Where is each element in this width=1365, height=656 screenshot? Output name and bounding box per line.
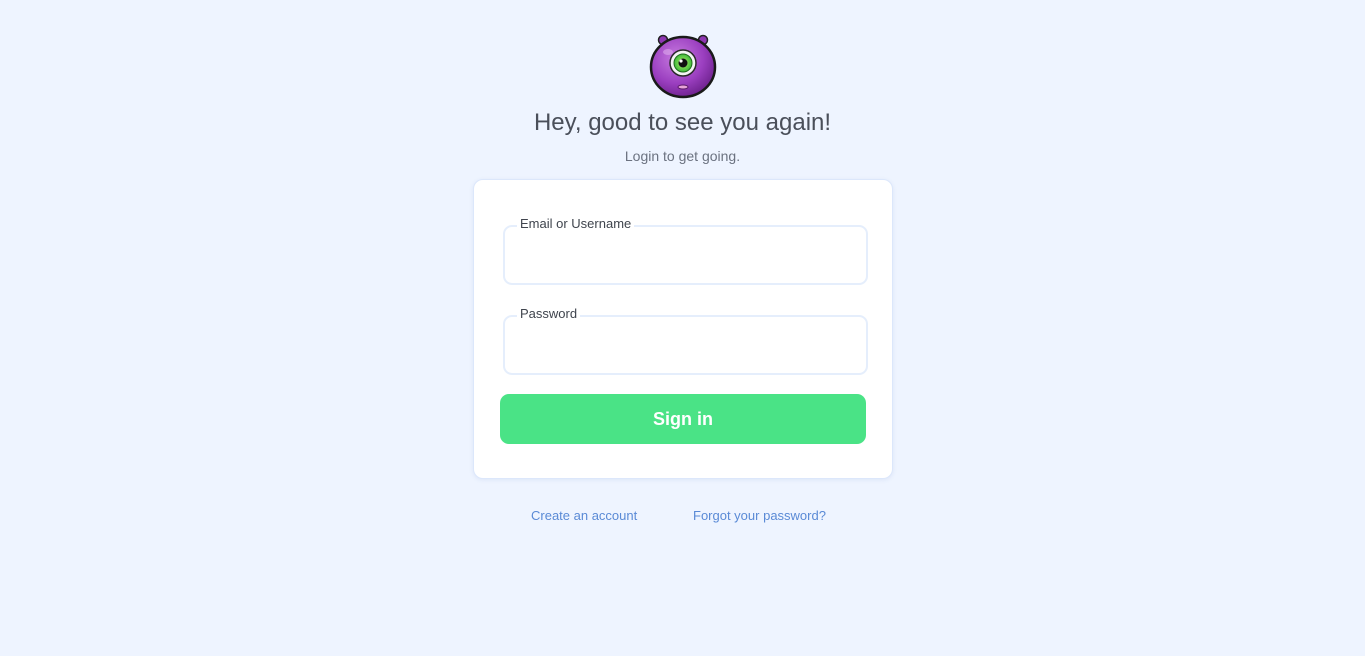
forgot-password-link[interactable]: Forgot your password? [693,507,826,525]
email-input[interactable] [517,245,856,271]
page-subtitle: Login to get going. [624,148,741,164]
create-account-link[interactable]: Create an account [531,507,637,525]
email-field-label: Email or Username [517,215,635,233]
password-input[interactable] [517,335,856,361]
sign-in-button[interactable]: Sign in [500,394,866,444]
password-field[interactable]: Password [503,305,868,375]
password-field-label: Password [517,305,581,323]
email-field[interactable]: Email or Username [503,215,868,285]
monster-logo-icon [648,32,718,100]
login-card: Email or Username Password Sign in [473,179,893,479]
login-page: Hey, good to see you again! Login to get… [0,0,1365,656]
page-title: Hey, good to see you again! [533,109,832,136]
